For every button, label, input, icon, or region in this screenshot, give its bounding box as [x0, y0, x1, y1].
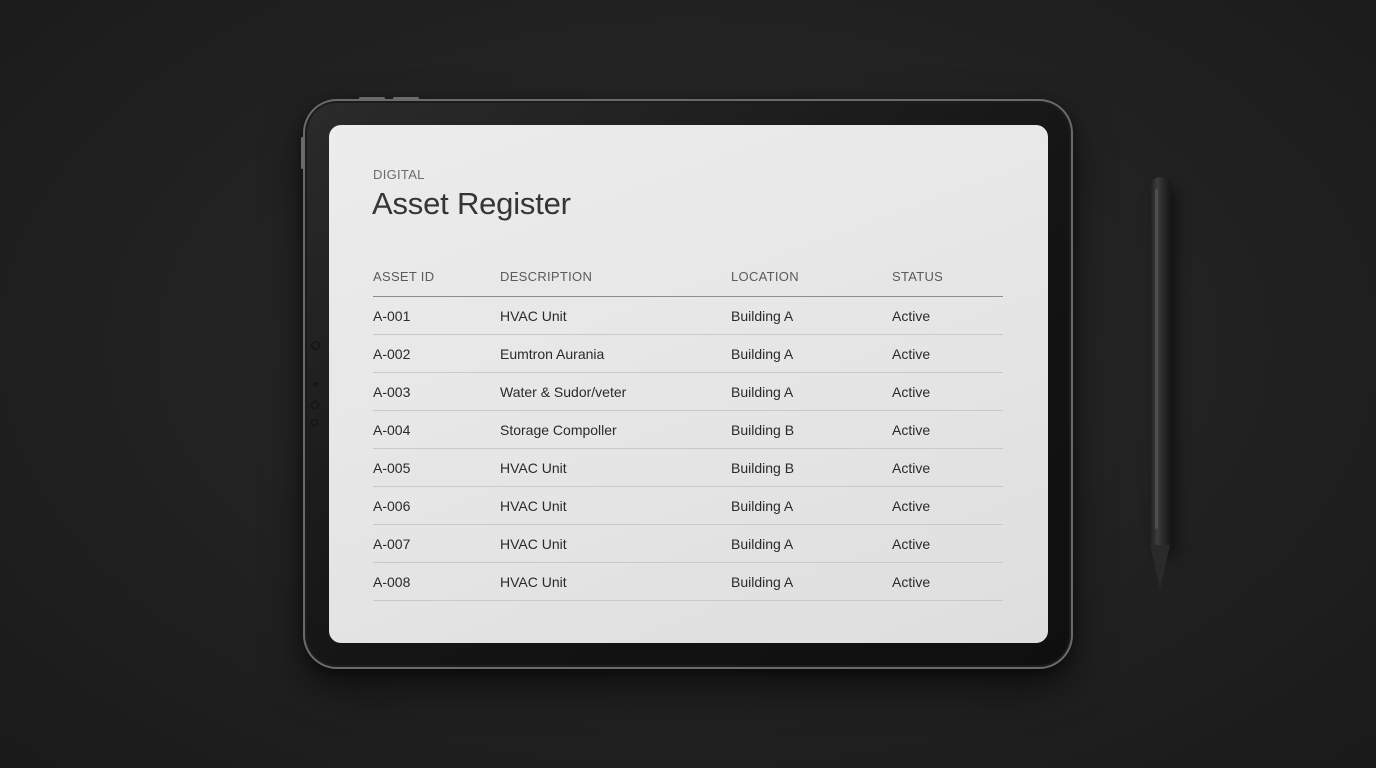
cell-location: Building A [731, 535, 794, 552]
table-row[interactable]: A-007 HVAC Unit Building A Active [373, 525, 1003, 563]
stylus-tip [1150, 545, 1170, 589]
cell-location: Building A [731, 573, 794, 590]
cell-description: Eumtron Aurania [500, 345, 605, 362]
cell-status: Active [892, 459, 931, 476]
stylus-pen [1150, 177, 1172, 589]
cell-description: HVAC Unit [500, 497, 567, 514]
cell-asset-id: A-007 [373, 535, 411, 552]
cell-description: HVAC Unit [500, 459, 567, 476]
page-eyebrow: DIGITAL [373, 167, 425, 182]
volume-button [359, 97, 385, 100]
cell-location: Building A [731, 345, 794, 362]
cell-asset-id: A-001 [373, 307, 411, 324]
cell-description: Storage Compoller [500, 421, 617, 438]
table-row[interactable]: A-003 Water & Sudor/veter Building A Act… [373, 373, 1003, 411]
cell-description: HVAC Unit [500, 573, 567, 590]
cell-asset-id: A-008 [373, 573, 411, 590]
cell-asset-id: A-002 [373, 345, 411, 362]
cell-location: Building A [731, 383, 794, 400]
tablet-screen: DIGITAL Asset Register ASSET ID DESCRIPT… [329, 125, 1048, 643]
cell-status: Active [892, 421, 931, 438]
volume-button [393, 97, 419, 100]
cell-status: Active [892, 307, 931, 324]
stylus-highlight [1155, 189, 1158, 529]
column-header-location[interactable]: LOCATION [731, 269, 892, 284]
cell-location: Building B [731, 421, 795, 438]
table-row[interactable]: A-006 HVAC Unit Building A Active [373, 487, 1003, 525]
table-row[interactable]: A-008 HVAC Unit Building A Active [373, 563, 1003, 601]
cell-asset-id: A-004 [373, 421, 411, 438]
cell-status: Active [892, 345, 931, 362]
camera-sensor [311, 419, 318, 426]
cell-description: HVAC Unit [500, 307, 567, 324]
cell-description: HVAC Unit [500, 535, 567, 552]
stylus-body [1150, 177, 1171, 547]
column-header-description[interactable]: DESCRIPTION [500, 269, 731, 284]
asset-table: ASSET ID DESCRIPTION LOCATION STATUS A-0… [373, 256, 1003, 601]
cell-location: Building A [731, 497, 794, 514]
camera-sensor [311, 341, 320, 350]
cell-status: Active [892, 535, 931, 552]
camera-sensor [313, 382, 318, 387]
cell-status: Active [892, 497, 931, 514]
cell-description: Water & Sudor/veter [500, 383, 627, 400]
column-header-status[interactable]: STATUS [892, 269, 1003, 284]
cell-status: Active [892, 573, 931, 590]
cell-location: Building A [731, 307, 794, 324]
column-header-asset-id[interactable]: ASSET ID [373, 269, 500, 284]
page-title: Asset Register [372, 186, 571, 221]
table-header: ASSET ID DESCRIPTION LOCATION STATUS [373, 256, 1003, 297]
power-button [301, 137, 304, 169]
table-row[interactable]: A-002 Eumtron Aurania Building A Active [373, 335, 1003, 373]
cell-asset-id: A-003 [373, 383, 411, 400]
cell-status: Active [892, 383, 931, 400]
table-row[interactable]: A-004 Storage Compoller Building B Activ… [373, 411, 1003, 449]
cell-asset-id: A-005 [373, 459, 411, 476]
table-row[interactable]: A-005 HVAC Unit Building B Active [373, 449, 1003, 487]
cell-location: Building B [731, 459, 795, 476]
tablet-device: DIGITAL Asset Register ASSET ID DESCRIPT… [301, 97, 1073, 669]
cell-asset-id: A-006 [373, 497, 411, 514]
table-row[interactable]: A-001 HVAC Unit Building A Active [373, 297, 1003, 335]
camera-sensor [311, 401, 319, 409]
